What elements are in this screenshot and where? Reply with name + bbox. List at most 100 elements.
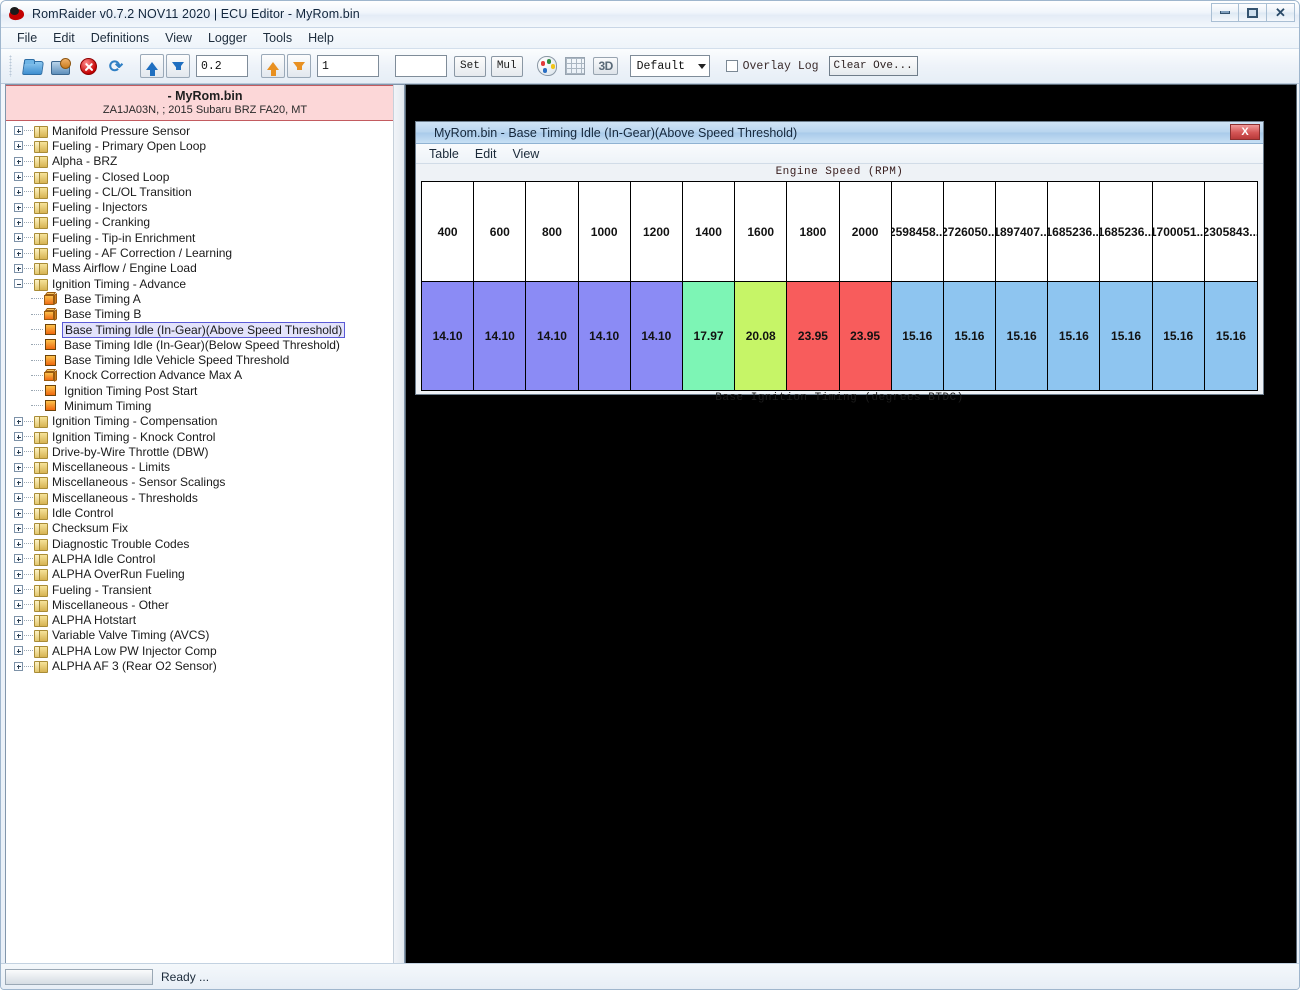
expand-icon[interactable] — [14, 508, 23, 518]
tree-item[interactable]: ALPHA Idle Control — [6, 551, 404, 566]
set-value-input[interactable] — [395, 55, 447, 77]
expand-icon[interactable] — [14, 646, 23, 656]
expand-icon[interactable] — [14, 554, 23, 564]
expand-icon[interactable] — [14, 630, 23, 640]
set-button[interactable]: Set — [454, 55, 486, 77]
expand-icon[interactable] — [14, 539, 23, 549]
three-d-view-button[interactable]: 3D — [590, 53, 622, 79]
menu-definitions[interactable]: Definitions — [83, 29, 157, 47]
axis-header-cell[interactable]: 1685236... — [1100, 182, 1153, 282]
fine-step-input[interactable] — [317, 55, 379, 77]
data-cell[interactable]: 14.10 — [578, 282, 631, 390]
tree-item[interactable]: Fueling - Cranking — [6, 215, 404, 230]
data-cell[interactable]: 15.16 — [1048, 282, 1101, 390]
table-menu-table[interactable]: Table — [422, 146, 466, 162]
tree-item[interactable]: ALPHA Hotstart — [6, 613, 404, 628]
expand-icon[interactable] — [14, 569, 23, 579]
table-menu-view[interactable]: View — [505, 146, 546, 162]
axis-header-cell[interactable]: 400 — [422, 182, 475, 282]
axis-header-cell[interactable]: 1200 — [630, 182, 683, 282]
menu-help[interactable]: Help — [300, 29, 342, 47]
collapse-icon[interactable] — [14, 279, 23, 289]
tree-item[interactable]: Miscellaneous - Thresholds — [6, 490, 404, 505]
menu-view[interactable]: View — [157, 29, 200, 47]
coarse-step-input[interactable] — [196, 55, 248, 77]
expand-icon[interactable] — [14, 187, 23, 197]
layout-select[interactable]: Default — [629, 55, 710, 77]
expand-icon[interactable] — [14, 141, 23, 151]
maximize-button[interactable] — [1239, 3, 1267, 22]
increment-coarse-button[interactable] — [140, 54, 164, 78]
axis-header-cell[interactable]: 600 — [474, 182, 527, 282]
tree-item[interactable]: Minimum Timing — [6, 398, 404, 413]
tree-item[interactable]: Ignition Timing - Knock Control — [6, 429, 404, 444]
tree-item[interactable]: Miscellaneous - Limits — [6, 460, 404, 475]
expand-icon[interactable] — [14, 172, 23, 182]
data-cell[interactable]: 14.10 — [630, 282, 683, 390]
axis-header-cell[interactable]: 2000 — [839, 182, 892, 282]
tree-item[interactable]: Mass Airflow / Engine Load — [6, 261, 404, 276]
tree-item[interactable]: Alpha - BRZ — [6, 154, 404, 169]
tree-item[interactable]: Fueling - Primary Open Loop — [6, 138, 404, 153]
data-cell[interactable]: 23.95 — [787, 282, 840, 390]
tree-item[interactable]: Variable Valve Timing (AVCS) — [6, 628, 404, 643]
expand-icon[interactable] — [14, 661, 23, 671]
data-cell[interactable]: 15.16 — [1152, 282, 1205, 390]
data-cell[interactable]: 15.16 — [891, 282, 944, 390]
decrement-fine-button[interactable] — [287, 54, 311, 78]
data-cell[interactable]: 14.10 — [474, 282, 527, 390]
axis-header-cell[interactable]: 1400 — [682, 182, 736, 282]
expand-icon[interactable] — [14, 615, 23, 625]
tree-item[interactable]: Fueling - Tip-in Enrichment — [6, 230, 404, 245]
tree-item[interactable]: Base Timing Idle Vehicle Speed Threshold — [6, 352, 404, 367]
tree-item[interactable]: Idle Control — [6, 505, 404, 521]
axis-header-cell[interactable]: 1800 — [787, 182, 840, 282]
axis-header-cell[interactable]: 2598458... — [891, 182, 944, 282]
data-cell[interactable]: 23.95 — [839, 282, 892, 390]
data-cell[interactable]: 14.10 — [526, 282, 579, 390]
tree-item[interactable]: Ignition Timing - Compensation — [6, 414, 404, 429]
expand-icon[interactable] — [14, 432, 23, 442]
tree-item[interactable]: Fueling - Injectors — [6, 199, 404, 215]
expand-icon[interactable] — [14, 156, 23, 166]
tree-panel-scrollbar[interactable] — [393, 85, 404, 963]
expand-icon[interactable] — [14, 233, 23, 243]
menu-edit[interactable]: Edit — [45, 29, 83, 47]
table-grid-button[interactable] — [562, 53, 588, 79]
tree-item[interactable]: Fueling - CL/OL Transition — [6, 184, 404, 199]
data-cell[interactable]: 15.16 — [1204, 282, 1257, 390]
clear-overlay-button[interactable]: Clear Ove... — [828, 56, 918, 76]
refresh-button[interactable]: ⟳ — [103, 53, 129, 79]
menu-tools[interactable]: Tools — [255, 29, 300, 47]
tree-item[interactable]: Miscellaneous - Other — [6, 597, 404, 612]
tree-item[interactable]: Fueling - AF Correction / Learning — [6, 245, 404, 261]
tree-item[interactable]: ALPHA AF 3 (Rear O2 Sensor) — [6, 658, 404, 674]
expand-icon[interactable] — [14, 248, 23, 258]
save-rom-button[interactable] — [47, 53, 73, 79]
color-palette-button[interactable] — [534, 53, 560, 79]
expand-icon[interactable] — [14, 202, 23, 212]
axis-header-cell[interactable]: 1685236... — [1048, 182, 1101, 282]
minimize-button[interactable] — [1211, 3, 1239, 22]
close-rom-button[interactable] — [75, 53, 101, 79]
expand-icon[interactable] — [14, 600, 23, 610]
overlay-log-checkbox[interactable]: Overlay Log — [725, 60, 819, 73]
expand-icon[interactable] — [14, 523, 23, 533]
tree-item[interactable]: Fueling - Closed Loop — [6, 169, 404, 184]
close-button[interactable]: ✕ — [1267, 3, 1295, 22]
axis-header-cell[interactable]: 2726050... — [943, 182, 997, 282]
tree-item[interactable]: Diagnostic Trouble Codes — [6, 536, 404, 551]
axis-header-cell[interactable]: 1000 — [578, 182, 631, 282]
rom-header[interactable]: - MyRom.bin ZA1JA03N, ; 2015 Subaru BRZ … — [6, 85, 404, 121]
tree-item[interactable]: Base Timing Idle (In-Gear)(Below Speed T… — [6, 337, 404, 352]
expand-icon[interactable] — [14, 416, 23, 426]
expand-icon[interactable] — [14, 126, 23, 136]
expand-icon[interactable] — [14, 493, 23, 503]
data-cell[interactable]: 15.16 — [996, 282, 1049, 390]
expand-icon[interactable] — [14, 462, 23, 472]
tree-item[interactable]: Knock Correction Advance Max A — [6, 368, 404, 383]
table-menu-edit[interactable]: Edit — [468, 146, 504, 162]
tree-item[interactable]: Ignition Timing - Advance — [6, 276, 404, 291]
tree-item[interactable]: Base Timing A — [6, 291, 404, 306]
table-window-close-button[interactable]: X — [1230, 124, 1260, 140]
